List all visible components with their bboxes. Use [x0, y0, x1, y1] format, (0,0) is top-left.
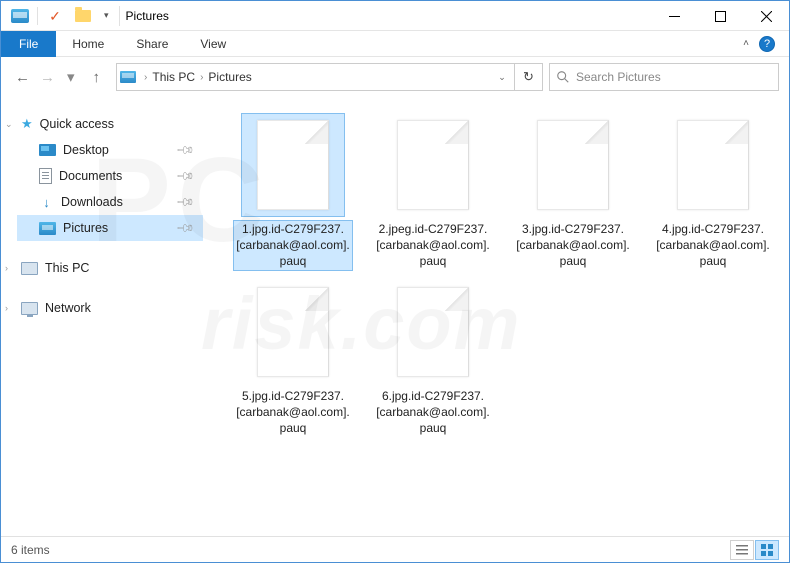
pin-icon: 📌︎	[175, 192, 196, 213]
chevron-right-icon[interactable]: ›	[5, 263, 8, 273]
file-item[interactable]: 1.jpg.id-C279F237.[carbanak@aol.com].pau…	[233, 113, 353, 270]
sidebar-this-pc[interactable]: › This PC	[17, 255, 203, 281]
network-icon	[21, 302, 38, 315]
file-name: 1.jpg.id-C279F237.[carbanak@aol.com].pau…	[234, 221, 352, 270]
divider	[37, 7, 38, 25]
breadcrumb[interactable]: This PC	[152, 70, 195, 84]
minimize-button[interactable]	[651, 1, 697, 31]
recent-locations-icon[interactable]: ▾	[65, 68, 77, 86]
file-item[interactable]: 6.jpg.id-C279F237.[carbanak@aol.com].pau…	[373, 280, 493, 437]
chevron-right-icon[interactable]: ›	[139, 72, 152, 83]
search-input[interactable]: Search Pictures	[549, 63, 779, 91]
address-bar[interactable]: › This PC › Pictures ⌄ ↻	[116, 63, 543, 91]
file-name: 6.jpg.id-C279F237.[carbanak@aol.com].pau…	[374, 388, 492, 437]
file-name: 3.jpg.id-C279F237.[carbanak@aol.com].pau…	[514, 221, 632, 270]
desktop-icon	[39, 144, 56, 156]
tab-home[interactable]: Home	[56, 31, 120, 57]
file-thumb	[661, 113, 765, 217]
ribbon: File Home Share View ˄ ?	[1, 31, 789, 57]
file-icon	[257, 287, 329, 377]
file-icon	[257, 120, 329, 210]
documents-icon	[39, 168, 52, 184]
file-item[interactable]: 5.jpg.id-C279F237.[carbanak@aol.com].pau…	[233, 280, 353, 437]
file-item[interactable]: 4.jpg.id-C279F237.[carbanak@aol.com].pau…	[653, 113, 773, 270]
icons-view-button[interactable]	[755, 540, 779, 560]
maximize-button[interactable]	[697, 1, 743, 31]
location-icon[interactable]	[117, 71, 139, 83]
up-button[interactable]: ↑	[87, 69, 107, 86]
pc-icon	[21, 262, 38, 275]
file-thumb	[521, 113, 625, 217]
pin-icon: 📌︎	[175, 218, 196, 239]
sidebar-item-label: Downloads	[61, 195, 123, 209]
quick-access-toolbar: ✓ ▾	[1, 6, 113, 26]
file-name: 5.jpg.id-C279F237.[carbanak@aol.com].pau…	[234, 388, 352, 437]
back-button[interactable]: ←	[15, 69, 30, 86]
search-icon	[556, 70, 570, 84]
sidebar-network[interactable]: › Network	[17, 295, 203, 321]
sidebar-item-label: Desktop	[63, 143, 109, 157]
file-icon	[677, 120, 749, 210]
properties-icon[interactable]: ✓	[44, 6, 66, 26]
file-item[interactable]: 2.jpeg.id-C279F237.[carbanak@aol.com].pa…	[373, 113, 493, 270]
downloads-icon	[39, 196, 54, 209]
sidebar: ⌄ ★ Quick access Desktop 📌︎ Documents 📌︎…	[1, 97, 211, 537]
sidebar-item-label: This PC	[45, 261, 89, 275]
ribbon-collapse-icon[interactable]: ˄	[743, 38, 749, 49]
file-content-area[interactable]: 1.jpg.id-C279F237.[carbanak@aol.com].pau…	[211, 97, 789, 537]
search-placeholder: Search Pictures	[576, 70, 661, 84]
refresh-button[interactable]: ↻	[514, 64, 542, 90]
navbar: ← → ▾ ↑ › This PC › Pictures ⌄ ↻ Search …	[1, 57, 789, 97]
file-icon	[537, 120, 609, 210]
address-history-icon[interactable]: ⌄	[490, 72, 514, 83]
breadcrumb[interactable]: Pictures	[208, 70, 251, 84]
sidebar-quick-access[interactable]: ⌄ ★ Quick access	[17, 111, 203, 137]
chevron-down-icon[interactable]: ⌄	[5, 119, 13, 130]
sidebar-item-documents[interactable]: Documents 📌︎	[17, 163, 203, 189]
sidebar-item-label: Pictures	[63, 221, 108, 235]
file-icon	[397, 120, 469, 210]
file-thumb	[241, 280, 345, 384]
tab-view[interactable]: View	[184, 31, 242, 57]
status-bar: 6 items	[1, 536, 789, 562]
qat-customize-icon[interactable]: ▾	[100, 10, 113, 21]
chevron-right-icon[interactable]: ›	[5, 303, 8, 313]
app-icon[interactable]	[9, 6, 31, 26]
chevron-right-icon[interactable]: ›	[195, 72, 208, 83]
help-icon[interactable]: ?	[759, 36, 775, 52]
nav-arrows: ← → ▾ ↑	[11, 68, 110, 86]
item-count: 6 items	[11, 543, 50, 557]
new-folder-icon[interactable]	[72, 6, 94, 26]
file-name: 4.jpg.id-C279F237.[carbanak@aol.com].pau…	[654, 221, 772, 270]
sidebar-item-downloads[interactable]: Downloads 📌︎	[17, 189, 203, 215]
file-thumb	[381, 280, 485, 384]
divider	[119, 6, 120, 26]
details-view-button[interactable]	[730, 540, 754, 560]
file-name: 2.jpeg.id-C279F237.[carbanak@aol.com].pa…	[374, 221, 492, 270]
file-thumb	[241, 113, 345, 217]
file-tab[interactable]: File	[1, 31, 56, 57]
forward-button[interactable]: →	[40, 69, 55, 86]
file-icon	[397, 287, 469, 377]
sidebar-item-desktop[interactable]: Desktop 📌︎	[17, 137, 203, 163]
star-icon: ★	[21, 116, 33, 132]
sidebar-item-label: Documents	[59, 169, 122, 183]
titlebar: ✓ ▾ Pictures	[1, 1, 789, 31]
pin-icon: 📌︎	[175, 166, 196, 187]
tab-share[interactable]: Share	[120, 31, 184, 57]
pictures-icon	[39, 222, 56, 235]
file-thumb	[381, 113, 485, 217]
window-controls	[651, 1, 789, 30]
pin-icon: 📌︎	[175, 140, 196, 161]
sidebar-item-label: Quick access	[40, 117, 114, 131]
sidebar-item-label: Network	[45, 301, 91, 315]
close-button[interactable]	[743, 1, 789, 31]
file-item[interactable]: 3.jpg.id-C279F237.[carbanak@aol.com].pau…	[513, 113, 633, 270]
sidebar-item-pictures[interactable]: Pictures 📌︎	[17, 215, 203, 241]
window-title: Pictures	[126, 9, 169, 23]
